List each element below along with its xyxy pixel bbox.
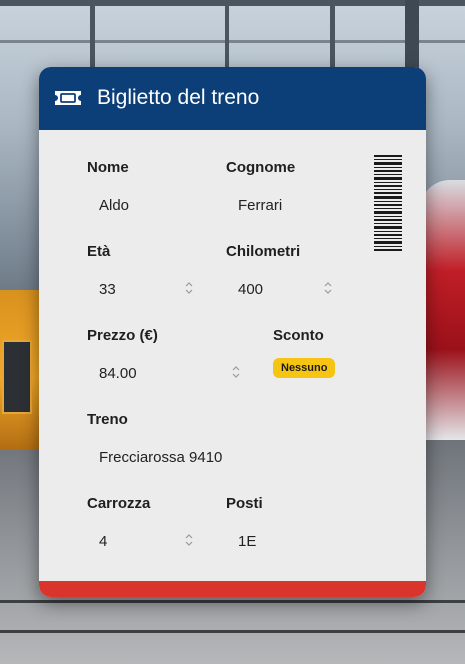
roof-beam: [0, 40, 465, 43]
chilometri-stepper[interactable]: [323, 280, 333, 296]
ticket-icon: [55, 91, 81, 105]
ticket-card: Biglietto del treno Nome Aldo Cognome Fe…: [39, 67, 426, 597]
train-window: [2, 340, 32, 414]
posti-field[interactable]: 1E: [226, 527, 346, 557]
prezzo-field[interactable]: 84.00: [87, 359, 247, 389]
eta-stepper[interactable]: [184, 280, 194, 296]
cognome-field[interactable]: Ferrari: [226, 191, 356, 221]
barcode-icon: [374, 155, 402, 251]
posti-label: Posti: [226, 495, 263, 512]
chilometri-label: Chilometri: [226, 243, 301, 260]
treno-field[interactable]: Frecciarossa 9410: [87, 443, 347, 473]
cognome-label: Cognome: [226, 159, 296, 176]
nome-field[interactable]: Aldo: [87, 191, 207, 221]
treno-label: Treno: [87, 411, 128, 428]
red-train: [420, 180, 465, 440]
nome-label: Nome: [87, 159, 129, 176]
card-footer-stripe: [39, 581, 426, 597]
prezzo-stepper[interactable]: [231, 364, 241, 380]
carrozza-label: Carrozza: [87, 495, 151, 512]
sconto-badge: Nessuno: [273, 358, 336, 378]
sconto-label: Sconto: [273, 327, 324, 344]
rail: [0, 600, 465, 603]
eta-label: Età: [87, 243, 111, 260]
carrozza-stepper[interactable]: [184, 532, 194, 548]
card-header: Biglietto del treno: [39, 67, 426, 130]
prezzo-label: Prezzo (€): [87, 327, 158, 344]
rail: [0, 630, 465, 633]
page-title: Biglietto del treno: [97, 86, 260, 109]
roof-beam: [0, 0, 465, 6]
